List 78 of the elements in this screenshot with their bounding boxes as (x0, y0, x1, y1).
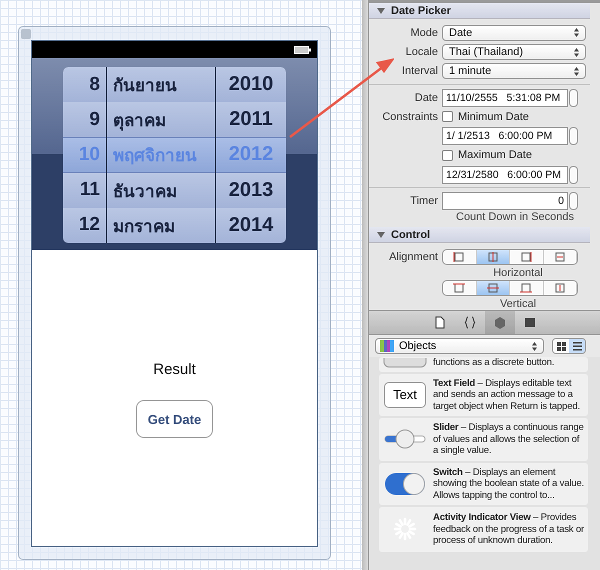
picker-month[interactable]: ธันวาคม (107, 172, 215, 208)
stepper-icon (574, 66, 579, 76)
date-field[interactable]: 11/10/2555 5:31:08 PM (442, 88, 568, 107)
field-label: Constraints (381, 110, 439, 123)
alignment-icon (486, 282, 500, 294)
stepper-icon (574, 28, 579, 38)
field-caption: Count Down in Seconds (456, 210, 574, 223)
item-description: Activity Indicator View – Provides feedback on the progress of a task or process of unknown duration. (433, 512, 584, 546)
popup-select[interactable]: Thai (Thailand) (442, 44, 586, 60)
checkbox-label: Maximum Date (458, 149, 532, 162)
popup-select[interactable]: 1 minute (442, 63, 586, 80)
picker-month[interactable]: มกราคม (107, 208, 215, 243)
section-header[interactable]: Control (369, 227, 590, 244)
picker-year[interactable]: 2014 (216, 208, 286, 243)
alignment-control[interactable] (442, 280, 578, 296)
alignment-icon (552, 282, 567, 294)
picker-month[interactable]: ตุลาคม (107, 102, 215, 138)
stepper[interactable] (569, 192, 578, 210)
picker-month[interactable]: กันยายน (107, 67, 215, 102)
grid-view-icon[interactable] (553, 339, 569, 353)
stepper-icon (574, 48, 579, 57)
stepper-icon (532, 342, 537, 350)
library-item[interactable]: functions as a discrete button. (379, 357, 588, 372)
field-label: Mode (409, 26, 439, 39)
field-label: Date (414, 92, 439, 104)
picker-day[interactable]: 12 (63, 208, 106, 243)
checkbox-label: Minimum Date (458, 110, 529, 123)
disclosure-icon[interactable] (377, 232, 385, 238)
group-caption: Horizontal (493, 266, 543, 279)
alignment-icon (552, 251, 567, 264)
library-item[interactable]: Slider – Displays a continuous range of values and allows the selection of a single value. (379, 418, 588, 460)
stepper[interactable] (569, 127, 578, 146)
switch-icon (384, 472, 426, 496)
item-description: functions as a discrete button. (433, 357, 554, 368)
date-field[interactable]: 1/ 1/2513 6:00:00 PM (442, 127, 568, 146)
section-header[interactable]: Date Picker (369, 3, 590, 20)
alignment-icon (519, 282, 534, 294)
text-field-preview: Text (384, 382, 426, 408)
field-label: Interval (400, 65, 439, 78)
item-description: Text Field – Displays editable text and sends an action message to a target object when Return is tapped. (433, 378, 581, 412)
cube-icon (492, 316, 506, 329)
library-filter[interactable]: Objects (375, 338, 544, 354)
get-date-button[interactable]: Get Date (136, 400, 213, 438)
item-description: Slider – Displays a continuous range of values and allows the selection of a single value. (433, 422, 584, 456)
field-label: Alignment (388, 251, 439, 264)
item-description: Switch – Displays an element showing the boolean state of a value. Allows tapping the control to... (433, 466, 584, 501)
disclosure-icon[interactable] (377, 8, 385, 14)
palette-icon (380, 340, 394, 352)
picker-year[interactable]: 2013 (216, 172, 286, 208)
field-label: Locale (404, 46, 439, 58)
list-view-icon[interactable] (569, 339, 585, 353)
alignment-control[interactable] (442, 249, 578, 266)
timer-field[interactable]: 0 (442, 192, 568, 210)
group-caption: Vertical (500, 298, 536, 310)
field-label: Timer (409, 194, 439, 207)
picker-day[interactable]: 8 (63, 67, 106, 102)
stepper[interactable] (569, 166, 578, 184)
alignment-icon (452, 282, 466, 294)
date-field[interactable]: 12/31/2580 6:00:00 PM (442, 166, 568, 184)
library-item[interactable]: Activity Indicator View – Provides feedback on the progress of a task or process of unknown duration. (379, 507, 588, 552)
checkbox[interactable] (442, 150, 453, 161)
picker-year[interactable]: 2011 (216, 102, 286, 138)
battery-icon (294, 46, 311, 54)
alignment-icon (452, 251, 466, 264)
slider-icon (384, 429, 426, 450)
picker-year[interactable]: 2010 (216, 67, 286, 102)
alignment-icon (519, 251, 534, 264)
checkbox[interactable] (442, 111, 453, 122)
stepper[interactable] (569, 88, 578, 107)
braces-icon (462, 316, 476, 329)
picker-day[interactable]: 9 (63, 102, 106, 138)
alignment-icon (486, 251, 500, 264)
picker-day[interactable]: 11 (63, 172, 106, 208)
result-label: Result (153, 361, 196, 378)
document-icon (432, 316, 446, 329)
popup-select[interactable]: Date (442, 24, 586, 41)
library-item[interactable]: Text Text Field – Displays editable text and sends an action message to a target object when Return is tapped. (379, 374, 588, 416)
library-item[interactable]: Switch – Displays an element showing the boolean state of a value. Allows tapping the control to... (379, 462, 588, 505)
